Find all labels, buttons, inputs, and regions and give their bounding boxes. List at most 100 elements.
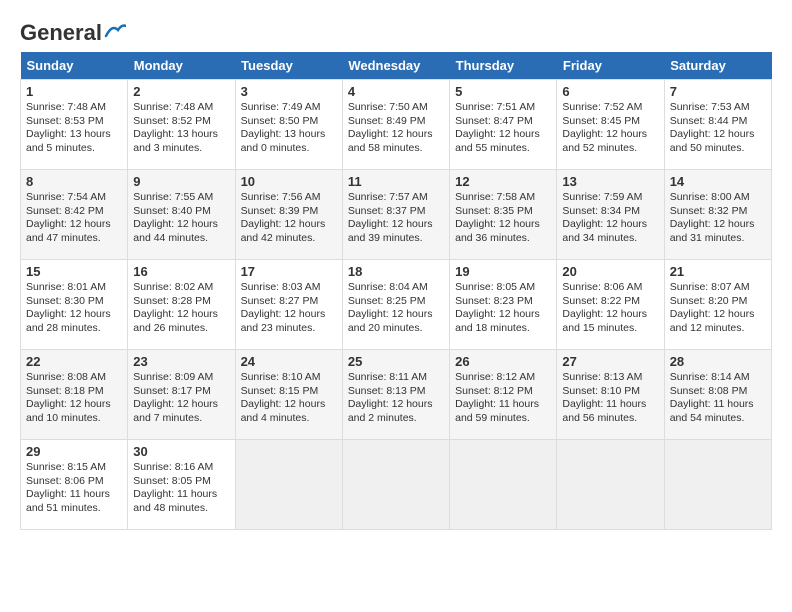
- day-info: Sunrise: 7:50 AM: [348, 101, 444, 115]
- day-info: Daylight: 12 hours and 23 minutes.: [241, 308, 337, 335]
- day-info: Daylight: 12 hours and 4 minutes.: [241, 398, 337, 425]
- day-number: 25: [348, 354, 444, 369]
- day-number: 18: [348, 264, 444, 279]
- day-number: 16: [133, 264, 229, 279]
- day-number: 3: [241, 84, 337, 99]
- day-info: Daylight: 11 hours and 59 minutes.: [455, 398, 551, 425]
- calendar-cell: [664, 440, 771, 530]
- day-info: Sunrise: 8:07 AM: [670, 281, 766, 295]
- day-number: 20: [562, 264, 658, 279]
- day-info: Daylight: 11 hours and 48 minutes.: [133, 488, 229, 515]
- day-info: Sunrise: 8:02 AM: [133, 281, 229, 295]
- day-info: Sunrise: 7:53 AM: [670, 101, 766, 115]
- calendar-cell: [342, 440, 449, 530]
- calendar-cell: 3Sunrise: 7:49 AMSunset: 8:50 PMDaylight…: [235, 80, 342, 170]
- calendar-cell: 12 Sunrise: 7:58 AMSunset: 8:35 PMDayligh…: [450, 170, 557, 260]
- day-info: Daylight: 12 hours and 31 minutes.: [670, 218, 766, 245]
- day-info: Sunset: 8:06 PM: [26, 475, 122, 489]
- day-info: Sunrise: 8:05 AM: [455, 281, 551, 295]
- day-info: Sunset: 8:13 PM: [348, 385, 444, 399]
- day-info: Daylight: 12 hours and 47 minutes.: [26, 218, 122, 245]
- day-info: Daylight: 12 hours and 55 minutes.: [455, 128, 551, 155]
- calendar-week-5: 29Sunrise: 8:15 AMSunset: 8:06 PMDayligh…: [21, 440, 772, 530]
- day-number: 27: [562, 354, 658, 369]
- day-info: Sunrise: 8:03 AM: [241, 281, 337, 295]
- day-info: Daylight: 12 hours and 44 minutes.: [133, 218, 229, 245]
- day-info: Sunset: 8:49 PM: [348, 115, 444, 129]
- calendar-week-4: 22Sunrise: 8:08 AMSunset: 8:18 PMDayligh…: [21, 350, 772, 440]
- day-info: Daylight: 12 hours and 26 minutes.: [133, 308, 229, 335]
- day-number: 6: [562, 84, 658, 99]
- calendar-cell: 5Sunrise: 7:51 AMSunset: 8:47 PMDaylight…: [450, 80, 557, 170]
- day-info: Sunset: 8:28 PM: [133, 295, 229, 309]
- day-header-tuesday: Tuesday: [235, 52, 342, 80]
- day-number: 9: [133, 174, 229, 189]
- day-info: Daylight: 12 hours and 10 minutes.: [26, 398, 122, 425]
- day-info: Sunrise: 8:13 AM: [562, 371, 658, 385]
- day-number: 13: [562, 174, 658, 189]
- day-number: 5: [455, 84, 551, 99]
- day-info: Daylight: 12 hours and 12 minutes.: [670, 308, 766, 335]
- day-info: Sunrise: 8:04 AM: [348, 281, 444, 295]
- day-number: 12: [455, 174, 551, 189]
- day-info: Sunset: 8:18 PM: [26, 385, 122, 399]
- day-info: Sunset: 8:20 PM: [670, 295, 766, 309]
- calendar-cell: 15Sunrise: 8:01 AMSunset: 8:30 PMDayligh…: [21, 260, 128, 350]
- day-number: 28: [670, 354, 766, 369]
- day-number: 11: [348, 174, 444, 189]
- day-info: Sunset: 8:32 PM: [670, 205, 766, 219]
- day-info: Sunrise: 8:00 AM: [670, 191, 766, 205]
- day-number: 29: [26, 444, 122, 459]
- calendar-week-1: 1Sunrise: 7:48 AMSunset: 8:53 PMDaylight…: [21, 80, 772, 170]
- header: General: [20, 20, 772, 42]
- day-info: Sunrise: 7:59 AM: [562, 191, 658, 205]
- calendar-cell: [557, 440, 664, 530]
- calendar-cell: [450, 440, 557, 530]
- day-info: Daylight: 11 hours and 51 minutes.: [26, 488, 122, 515]
- day-info: Sunrise: 8:09 AM: [133, 371, 229, 385]
- day-info: Sunset: 8:25 PM: [348, 295, 444, 309]
- day-info: Daylight: 12 hours and 20 minutes.: [348, 308, 444, 335]
- day-info: Sunrise: 8:06 AM: [562, 281, 658, 295]
- day-info: Daylight: 13 hours and 0 minutes.: [241, 128, 337, 155]
- day-info: Daylight: 12 hours and 39 minutes.: [348, 218, 444, 245]
- calendar-header: SundayMondayTuesdayWednesdayThursdayFrid…: [21, 52, 772, 80]
- day-info: Sunrise: 8:11 AM: [348, 371, 444, 385]
- day-header-friday: Friday: [557, 52, 664, 80]
- day-info: Sunrise: 7:55 AM: [133, 191, 229, 205]
- day-info: Daylight: 12 hours and 36 minutes.: [455, 218, 551, 245]
- calendar-cell: 16 Sunrise: 8:02 AMSunset: 8:28 PMDayligh…: [128, 260, 235, 350]
- day-info: Sunrise: 8:15 AM: [26, 461, 122, 475]
- day-info: Sunrise: 7:56 AM: [241, 191, 337, 205]
- calendar-cell: 17Sunrise: 8:03 AMSunset: 8:27 PMDayligh…: [235, 260, 342, 350]
- day-header-sunday: Sunday: [21, 52, 128, 80]
- day-number: 8: [26, 174, 122, 189]
- day-number: 10: [241, 174, 337, 189]
- day-number: 26: [455, 354, 551, 369]
- logo: General: [20, 20, 126, 42]
- day-info: Sunset: 8:34 PM: [562, 205, 658, 219]
- day-number: 4: [348, 84, 444, 99]
- day-info: Sunset: 8:30 PM: [26, 295, 122, 309]
- day-info: Sunset: 8:27 PM: [241, 295, 337, 309]
- day-info: Sunset: 8:35 PM: [455, 205, 551, 219]
- calendar-cell: 10Sunrise: 7:56 AMSunset: 8:39 PMDayligh…: [235, 170, 342, 260]
- calendar-cell: 29 Sunrise: 8:15 AMSunset: 8:06 PMDayligh…: [21, 440, 128, 530]
- calendar-table: SundayMondayTuesdayWednesdayThursdayFrid…: [20, 52, 772, 530]
- day-info: Sunset: 8:05 PM: [133, 475, 229, 489]
- day-info: Daylight: 12 hours and 15 minutes.: [562, 308, 658, 335]
- day-info: Sunrise: 7:54 AM: [26, 191, 122, 205]
- day-info: Daylight: 12 hours and 34 minutes.: [562, 218, 658, 245]
- day-info: Sunset: 8:53 PM: [26, 115, 122, 129]
- day-info: Sunrise: 7:58 AM: [455, 191, 551, 205]
- calendar-cell: 30Sunrise: 8:16 AMSunset: 8:05 PMDayligh…: [128, 440, 235, 530]
- day-number: 22: [26, 354, 122, 369]
- day-number: 23: [133, 354, 229, 369]
- day-number: 30: [133, 444, 229, 459]
- calendar-cell: 18 Sunrise: 8:04 AMSunset: 8:25 PMDayligh…: [342, 260, 449, 350]
- day-number: 19: [455, 264, 551, 279]
- day-info: Sunset: 8:23 PM: [455, 295, 551, 309]
- calendar-week-3: 15Sunrise: 8:01 AMSunset: 8:30 PMDayligh…: [21, 260, 772, 350]
- logo-general: General: [20, 20, 102, 46]
- day-info: Sunset: 8:47 PM: [455, 115, 551, 129]
